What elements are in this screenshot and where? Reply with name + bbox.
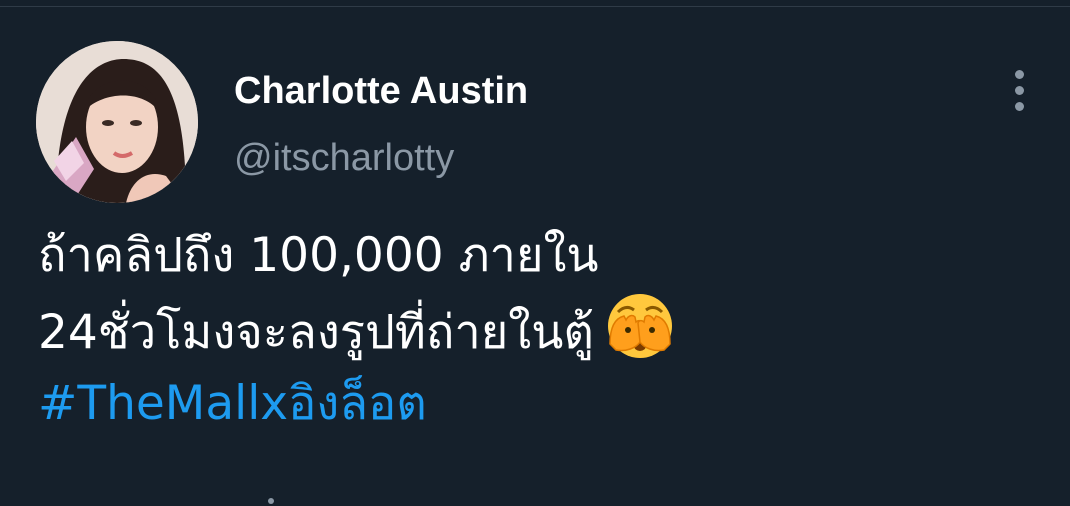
truncated-meta-text [250, 494, 290, 506]
avatar[interactable] [36, 41, 198, 203]
more-vertical-icon-dot [1015, 102, 1024, 111]
tweet-text-line-1: ถ้าคลิปถึง 100,000 ภายใน [38, 228, 599, 283]
top-divider [0, 6, 1070, 7]
tweet-text-line-2: 24ชั่วโมงจะลงรูปที่ถ่ายในตู้ [38, 290, 1038, 360]
more-options-button[interactable] [1000, 66, 1040, 116]
author-display-name[interactable]: Charlotte Austin [234, 66, 528, 116]
face-with-hand-over-eyes-emoji-icon [604, 290, 676, 362]
tweet-text: ถ้าคลิปถึง 100,000 ภายใน 24ชั่วโมงจะลงรู… [38, 222, 1038, 438]
more-vertical-icon [1015, 70, 1024, 79]
hashtag-link[interactable]: #TheMallxอิงล็อต [38, 370, 1038, 438]
author-handle[interactable]: @itscharlotty [234, 133, 454, 183]
avatar-photo-icon [36, 41, 198, 203]
cut-glyph [268, 498, 274, 504]
more-vertical-icon-dot [1015, 86, 1024, 95]
